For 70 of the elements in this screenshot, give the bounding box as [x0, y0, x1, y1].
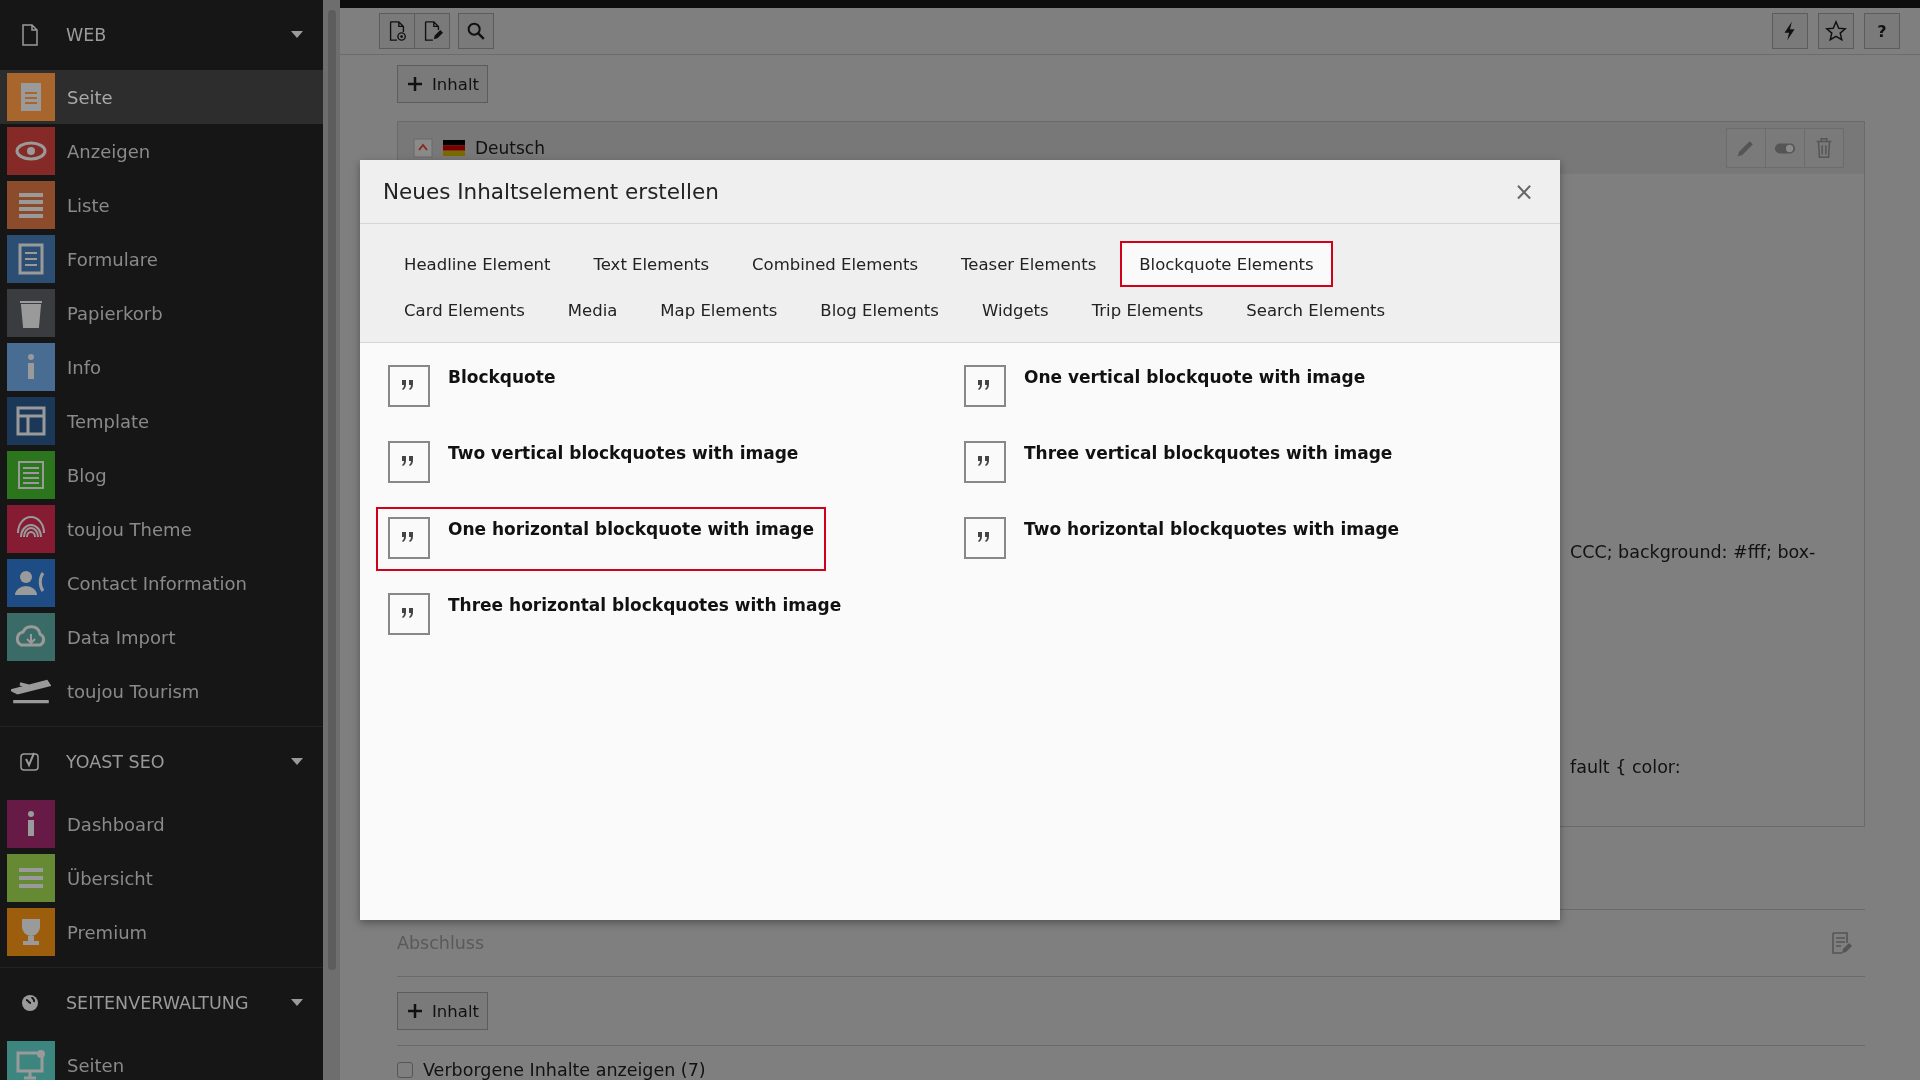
dialog-title: Neues Inhaltselement erstellen: [383, 179, 719, 204]
content-element-option[interactable]: Three vertical blockquotes with image: [952, 431, 1405, 495]
sidebar-item[interactable]: Contact Information: [0, 556, 323, 610]
code-line: fault { color:: [1569, 757, 1682, 777]
sidebar-item[interactable]: Info: [0, 340, 323, 394]
sidebar-item[interactable]: Anzeigen: [0, 124, 323, 178]
quote-icon: [388, 441, 430, 483]
checkbox[interactable]: [397, 1062, 413, 1078]
tab[interactable]: Widgets: [962, 287, 1068, 333]
page-icon: [413, 138, 433, 158]
sidebar-item[interactable]: Template: [0, 394, 323, 448]
content-element-option[interactable]: Three horizontal blockquotes with image: [376, 583, 854, 647]
search-icon: [465, 20, 487, 42]
close-button[interactable]: ×: [1509, 177, 1538, 206]
content-element-option[interactable]: One vertical blockquote with image: [952, 355, 1378, 419]
content-element-option[interactable]: Two vertical blockquotes with image: [376, 431, 811, 495]
content-element-option[interactable]: One horizontal blockquote with image: [376, 507, 826, 571]
sidebar-item[interactable]: Premium: [0, 905, 323, 959]
quote-icon: [388, 593, 430, 635]
tab[interactable]: Teaser Elements: [942, 241, 1116, 287]
tab[interactable]: Card Elements: [385, 287, 544, 333]
search-button[interactable]: [458, 13, 494, 49]
sidebar-item[interactable]: Data Import: [0, 610, 323, 664]
content-element-option[interactable]: Two horizontal blockquotes with image: [952, 507, 1412, 571]
sidebar-item[interactable]: Seiten: [0, 1038, 323, 1080]
language-label: Deutsch: [475, 138, 546, 158]
sidebar-item[interactable]: toujou Tourism: [0, 664, 323, 718]
caret-icon[interactable]: [291, 999, 303, 1007]
flag-icon: [443, 140, 465, 156]
code-line: CCC; background: #fff; box-: [1569, 542, 1817, 562]
quote-icon: [964, 441, 1006, 483]
tab[interactable]: Blog Elements: [801, 287, 958, 333]
lightning-button[interactable]: [1772, 13, 1808, 49]
tab[interactable]: Combined Elements: [733, 241, 937, 287]
quote-icon: [964, 365, 1006, 407]
sidebar-item[interactable]: Formulare: [0, 232, 323, 286]
tab[interactable]: Trip Elements: [1072, 287, 1223, 333]
edit-page-button[interactable]: [414, 13, 450, 49]
plus-icon: [408, 1004, 422, 1018]
view-page-button[interactable]: [379, 13, 415, 49]
sidebar-item[interactable]: Übersicht: [0, 851, 323, 905]
sidebar-item[interactable]: Seite: [0, 70, 323, 124]
airplane-icon: [11, 678, 51, 704]
add-content-button[interactable]: Inhalt: [397, 65, 488, 103]
content-element-option[interactable]: Blockquote: [376, 355, 568, 419]
quote-icon: [388, 365, 430, 407]
tab[interactable]: Headline Element: [385, 241, 570, 287]
tab[interactable]: Blockquote Elements: [1120, 241, 1333, 287]
sidebar-item[interactable]: toujou Theme: [0, 502, 323, 556]
group-title[interactable]: SEITENVERWALTUNG: [66, 993, 267, 1013]
tab[interactable]: Media: [548, 287, 637, 333]
group-title[interactable]: YOAST SEO: [66, 752, 267, 772]
quote-icon: [388, 517, 430, 559]
sidebar-item[interactable]: Blog: [0, 448, 323, 502]
sidebar-item[interactable]: Dashboard: [0, 797, 323, 851]
group-title[interactable]: WEB: [66, 25, 267, 45]
tab[interactable]: Search Elements: [1227, 287, 1405, 333]
sidebar-item[interactable]: Liste: [0, 178, 323, 232]
star-button[interactable]: [1818, 13, 1854, 49]
caret-icon[interactable]: [291, 31, 303, 39]
caret-icon[interactable]: [291, 758, 303, 766]
tab[interactable]: Text Elements: [574, 241, 728, 287]
quote-icon: [964, 517, 1006, 559]
star-icon: [1825, 20, 1847, 42]
help-button[interactable]: ?: [1864, 13, 1900, 49]
add-content-button[interactable]: Inhalt: [397, 992, 488, 1030]
tab[interactable]: Map Elements: [641, 287, 797, 333]
sidebar-item[interactable]: Papierkorb: [0, 286, 323, 340]
plus-icon: [408, 77, 422, 91]
show-hidden-checkbox[interactable]: Verborgene Inhalte anzeigen (7): [397, 1060, 1865, 1080]
